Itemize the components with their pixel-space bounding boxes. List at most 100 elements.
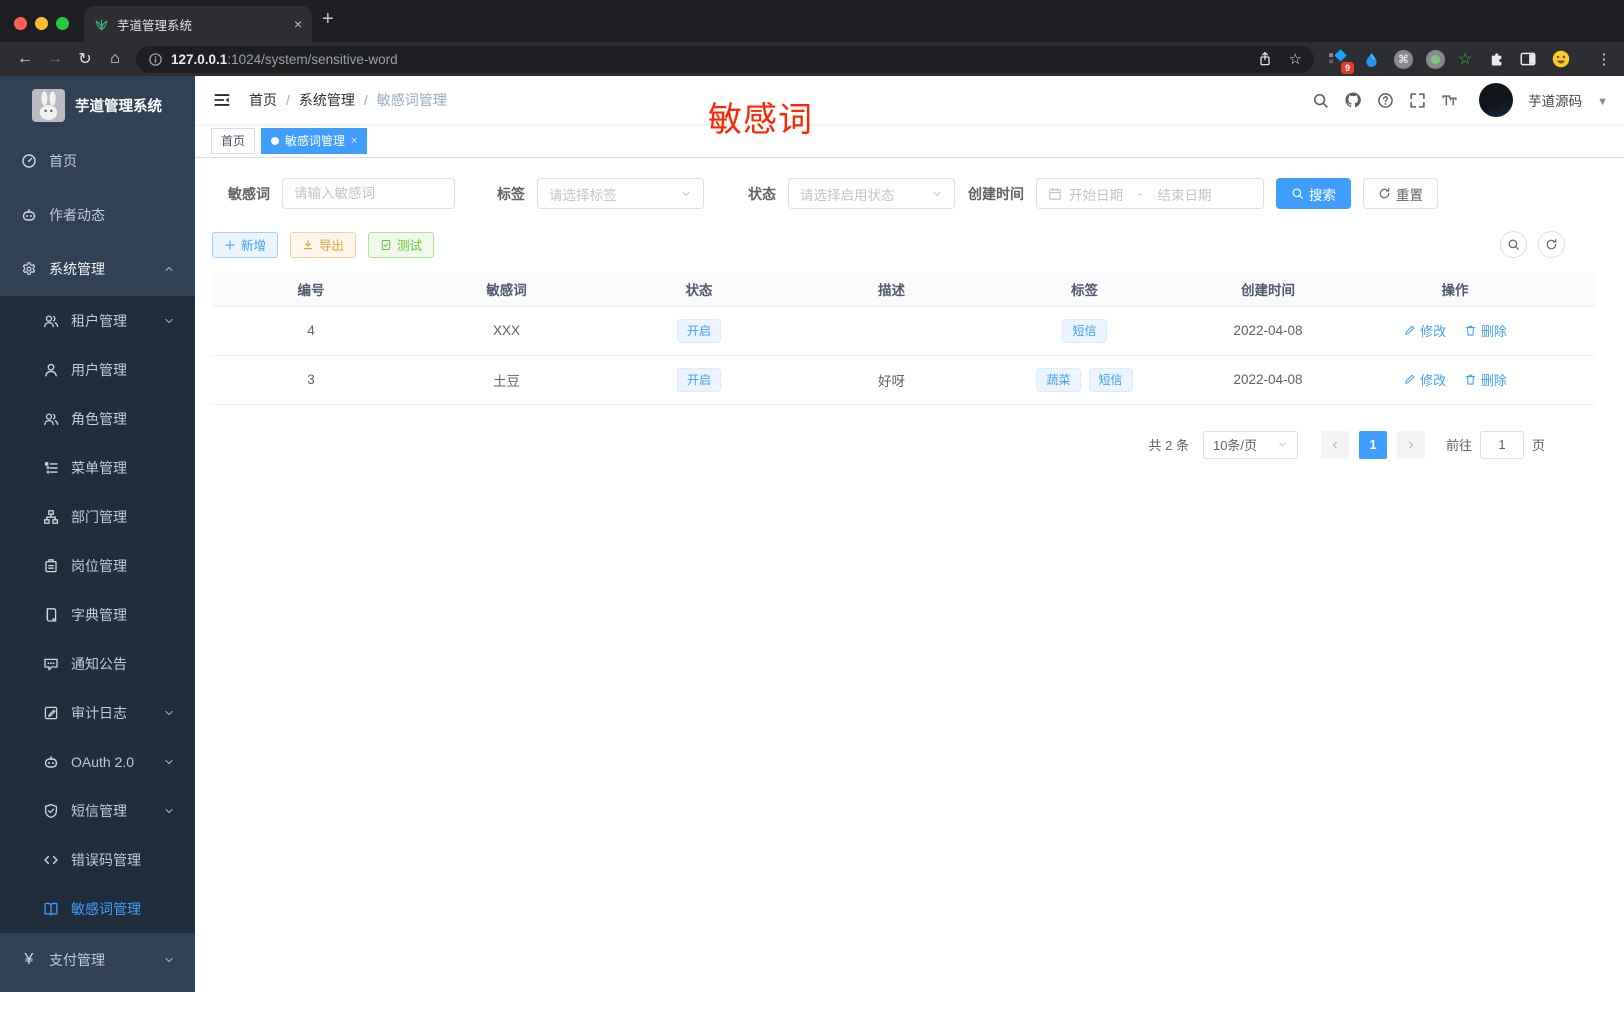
- browser-tab[interactable]: 芋道管理系统 ×: [84, 6, 312, 42]
- back-icon[interactable]: ←: [10, 50, 40, 68]
- extension-command-icon[interactable]: ⌘: [1394, 49, 1413, 69]
- current-page-button[interactable]: 1: [1358, 430, 1387, 459]
- user-avatar[interactable]: [1479, 83, 1514, 117]
- date-range-picker[interactable]: 开始日期 - 结束日期: [1036, 178, 1264, 209]
- browser-menu-icon[interactable]: ⋮: [1596, 50, 1611, 68]
- toggle-search-button[interactable]: [1500, 231, 1527, 258]
- sidebar-item-post[interactable]: 岗位管理: [0, 541, 195, 590]
- extension-kite-icon[interactable]: 9: [1328, 49, 1354, 74]
- extensions-puzzle-icon[interactable]: [1485, 49, 1505, 69]
- pagination: 共 2 条 10条/页 1 前往 页: [212, 430, 1545, 459]
- sidebar-item-author-news[interactable]: 作者动态: [0, 188, 195, 242]
- extension-drop-icon[interactable]: [1361, 49, 1381, 69]
- sidebar-item-error-code[interactable]: 错误码管理: [0, 835, 195, 884]
- search-button[interactable]: 搜索: [1276, 178, 1351, 209]
- tag-badge: 短信: [1088, 367, 1133, 392]
- user-name[interactable]: 芋道源码: [1528, 90, 1582, 110]
- sidebar-item-dict[interactable]: 字典管理: [0, 590, 195, 639]
- site-info-icon[interactable]: [148, 52, 163, 67]
- tag-filter-label: 标签: [497, 185, 525, 202]
- font-size-icon[interactable]: [1441, 92, 1458, 109]
- extension-badge: 9: [1340, 62, 1354, 74]
- zoom-window-button[interactable]: [56, 17, 69, 30]
- add-button[interactable]: 新增: [212, 231, 279, 258]
- trash-icon: [1465, 374, 1476, 385]
- breadcrumb-system[interactable]: 系统管理: [299, 90, 355, 110]
- tab-home[interactable]: 首页: [211, 127, 256, 154]
- sidebar-item-user[interactable]: 用户管理: [0, 345, 195, 394]
- fullscreen-icon[interactable]: [1409, 92, 1426, 109]
- reload-icon[interactable]: ↻: [70, 49, 100, 69]
- page-size-select[interactable]: 10条/页: [1202, 430, 1298, 459]
- reset-button[interactable]: 重置: [1363, 178, 1438, 209]
- collapse-sidebar-icon[interactable]: [213, 91, 231, 109]
- delete-link[interactable]: 删除: [1464, 370, 1507, 389]
- bookmark-star-icon[interactable]: ☆: [1289, 50, 1302, 68]
- table-tools: [1500, 231, 1565, 258]
- sidebar-logo[interactable]: 芋道管理系统: [0, 80, 195, 130]
- edit-link[interactable]: 修改: [1403, 321, 1446, 340]
- logo-rabbit-image: [32, 88, 65, 122]
- col-empty: [1555, 272, 1595, 306]
- extension-star-icon[interactable]: ☆: [1458, 49, 1472, 69]
- sidebar-item-tenant[interactable]: 租户管理: [0, 296, 195, 345]
- chevron-down-icon: [933, 191, 941, 196]
- new-tab-button[interactable]: +: [322, 8, 334, 31]
- url-text: 127.0.0.1:1024/system/sensitive-word: [171, 52, 398, 67]
- tab-close-icon[interactable]: ×: [351, 135, 357, 147]
- extensions-bar: 9 ⌘ ☆ ⋮: [1328, 49, 1611, 74]
- close-window-button[interactable]: [14, 17, 27, 30]
- cell-word: 土豆: [410, 355, 603, 405]
- github-icon[interactable]: [1344, 91, 1362, 109]
- home-icon[interactable]: ⌂: [100, 50, 130, 68]
- sidebar-item-menu[interactable]: 菜单管理: [0, 443, 195, 492]
- address-bar[interactable]: 127.0.0.1:1024/system/sensitive-word ☆: [136, 45, 1314, 73]
- dashboard-icon: [22, 154, 36, 168]
- word-filter-input[interactable]: [294, 186, 443, 201]
- breadcrumb-home[interactable]: 首页: [249, 90, 277, 110]
- caret-down-icon[interactable]: ▼: [1597, 96, 1608, 108]
- status-filter-select[interactable]: 请选择启用状态: [788, 178, 955, 209]
- minimize-window-button[interactable]: [35, 17, 48, 30]
- tab-sensitive-word[interactable]: 敏感词管理 ×: [261, 127, 368, 154]
- app-title: 芋道管理系统: [75, 98, 162, 115]
- sidebar-item-home[interactable]: 首页: [0, 134, 195, 188]
- sidebar-item-notice[interactable]: 通知公告: [0, 639, 195, 688]
- next-page-button[interactable]: [1396, 430, 1425, 459]
- tab-close-icon[interactable]: ×: [294, 16, 302, 32]
- search-icon[interactable]: [1312, 92, 1329, 109]
- sidebar-item-oauth[interactable]: OAuth 2.0: [0, 737, 195, 786]
- help-icon[interactable]: [1377, 92, 1394, 109]
- export-button[interactable]: 导出: [290, 231, 357, 258]
- goto-page-input[interactable]: [1479, 430, 1524, 459]
- yen-icon: ¥: [24, 951, 34, 968]
- prev-page-button[interactable]: [1320, 430, 1349, 459]
- cell-status: 开启: [603, 355, 795, 405]
- test-button[interactable]: 测试: [368, 231, 435, 258]
- goto-page: 前往 页: [1446, 430, 1545, 459]
- extension-recorder-icon[interactable]: [1426, 49, 1445, 69]
- share-icon[interactable]: [1257, 51, 1273, 67]
- forward-icon[interactable]: →: [40, 50, 70, 68]
- total-count: 共 2 条: [1148, 438, 1189, 453]
- sidebar-item-dept[interactable]: 部门管理: [0, 492, 195, 541]
- sidebar-item-system[interactable]: 系统管理: [0, 242, 195, 296]
- sidebar-item-sms[interactable]: 短信管理: [0, 786, 195, 835]
- cell-id: 4: [212, 305, 410, 356]
- sidebar-item-pay[interactable]: ¥ 支付管理: [0, 933, 195, 987]
- profile-avatar-icon[interactable]: [1551, 49, 1571, 69]
- sidebar-item-label: 短信管理: [71, 802, 127, 819]
- browser-tab-title: 芋道管理系统: [117, 18, 193, 33]
- refresh-table-button[interactable]: [1538, 231, 1565, 258]
- side-panel-icon[interactable]: [1518, 49, 1538, 69]
- sidebar-item-sensitive-word[interactable]: 敏感词管理: [0, 884, 195, 933]
- gear-icon: [22, 262, 36, 275]
- edit-link[interactable]: 修改: [1403, 370, 1446, 389]
- sidebar-item-role[interactable]: 角色管理: [0, 394, 195, 443]
- delete-link[interactable]: 删除: [1464, 321, 1507, 340]
- sidebar-item-audit-log[interactable]: 审计日志: [0, 688, 195, 737]
- robot-icon: [22, 209, 36, 221]
- tab-label: 敏感词管理: [285, 134, 346, 148]
- sidebar-item-label: 错误码管理: [71, 851, 141, 868]
- tag-filter-select[interactable]: 请选择标签: [537, 178, 704, 209]
